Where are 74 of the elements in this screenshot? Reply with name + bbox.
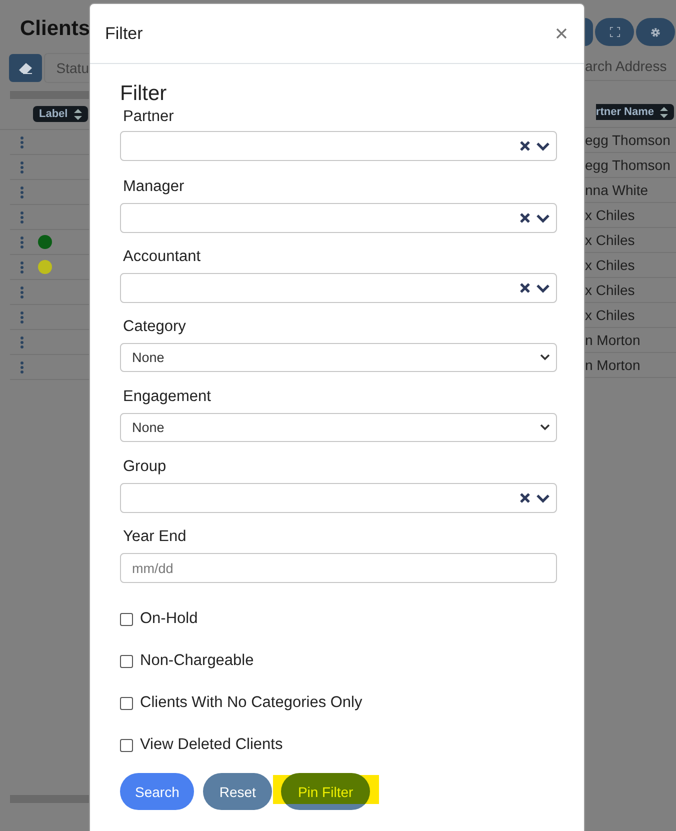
table-cell: x Chiles [585, 257, 635, 273]
select-field[interactable] [120, 483, 557, 513]
select-field[interactable]: None [120, 343, 557, 372]
close-icon [556, 28, 567, 39]
kebab-menu-icon[interactable] [20, 210, 24, 224]
select-field[interactable] [120, 203, 557, 233]
select-field[interactable] [120, 273, 557, 303]
chevron-down-icon[interactable] [536, 284, 550, 292]
kebab-menu-icon[interactable] [20, 286, 24, 298]
status-field[interactable]: Statu [44, 53, 89, 83]
clear-icon[interactable] [520, 213, 530, 223]
clear-icon[interactable] [520, 283, 530, 293]
kebab-menu-icon[interactable] [20, 136, 24, 148]
action-button[interactable]: Reset [203, 773, 272, 810]
toolbar-button[interactable] [585, 18, 593, 46]
checkbox-label: Non-Chargeable [140, 652, 254, 670]
field-label: Category [122, 317, 187, 337]
fullscreen-icon [610, 27, 620, 37]
kebab-menu-icon[interactable] [20, 236, 24, 248]
table-cell: egg Thomson [585, 132, 670, 148]
table-cell: n Morton [585, 357, 640, 373]
table-cell: x Chiles [585, 232, 635, 248]
sort-icon [74, 108, 82, 120]
checkbox-label: On-Hold [140, 610, 198, 628]
table-cell: x Chiles [585, 307, 635, 323]
eraser-icon [19, 62, 32, 74]
action-button[interactable]: Pin Filter [280, 773, 370, 810]
select-field[interactable]: None [120, 413, 557, 442]
chevron-down-icon [540, 354, 550, 361]
settings-button[interactable] [636, 18, 675, 46]
chevron-down-icon [540, 424, 550, 431]
fullscreen-button[interactable] [595, 18, 634, 46]
clear-icon[interactable] [520, 493, 530, 503]
checkbox-label: Clients With No Categories Only [140, 694, 362, 712]
settings-icon [650, 26, 661, 38]
clear-icon[interactable] [520, 141, 530, 151]
checkbox[interactable] [120, 654, 133, 668]
field-label: Partner [122, 107, 175, 127]
date-input[interactable]: mm/dd [120, 553, 557, 583]
field-label: Engagement [122, 387, 212, 407]
checkbox[interactable] [120, 738, 133, 752]
sort-icon [660, 106, 668, 118]
field-label: Group [122, 457, 168, 477]
checkbox-label: View Deleted Clients [140, 736, 283, 754]
eraser-button[interactable] [9, 54, 42, 82]
field-label: Year End [122, 527, 188, 547]
form-heading: Filter [120, 82, 168, 106]
kebab-menu-icon[interactable] [20, 186, 24, 198]
chevron-down-icon[interactable] [536, 214, 550, 222]
kebab-menu-icon[interactable] [20, 336, 24, 348]
kebab-menu-icon[interactable] [20, 360, 24, 374]
chevron-down-icon[interactable] [536, 494, 550, 502]
table-cell: x Chiles [585, 282, 635, 298]
field-label: Accountant [122, 247, 202, 267]
checkbox[interactable] [120, 696, 133, 710]
dialog-title: Filter [105, 24, 143, 44]
table-cell: n Morton [585, 332, 640, 348]
table-cell: egg Thomson [585, 157, 670, 173]
scrollbar[interactable] [10, 91, 89, 99]
field-label: Manager [122, 177, 186, 197]
column-header[interactable]: rtner Name [596, 104, 674, 120]
checkbox[interactable] [120, 612, 133, 626]
action-button[interactable]: Search [120, 773, 194, 810]
kebab-menu-icon[interactable] [20, 310, 24, 324]
chevron-down-icon[interactable] [536, 142, 550, 150]
close-button[interactable] [554, 26, 569, 41]
page-title: Clients [19, 17, 89, 42]
table-cell: nna White [585, 182, 648, 198]
kebab-menu-icon[interactable] [20, 260, 24, 274]
scrollbar[interactable] [10, 795, 89, 803]
table-cell: x Chiles [585, 207, 635, 223]
kebab-menu-icon[interactable] [20, 160, 24, 174]
column-header[interactable]: Label [33, 106, 88, 122]
select-field[interactable] [120, 131, 557, 161]
